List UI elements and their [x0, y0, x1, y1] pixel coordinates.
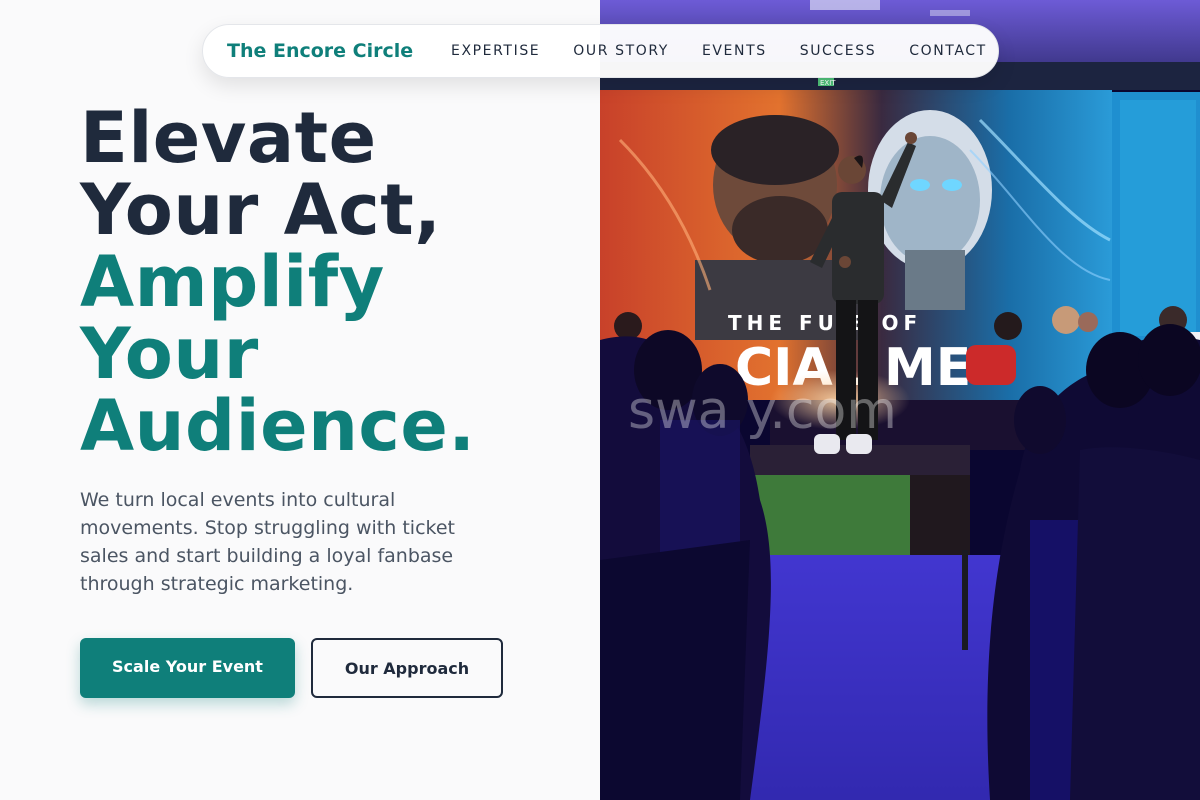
headline-line-3: Amplify: [80, 241, 385, 323]
brand-logo[interactable]: The Encore Circle: [227, 25, 413, 77]
hero-section: Elevate Your Act, Amplify Your Audience.…: [0, 0, 600, 800]
nav-link-success[interactable]: SUCCESS: [800, 43, 877, 59]
hero-headline: Elevate Your Act, Amplify Your Audience.: [80, 102, 475, 462]
nav-link-contact[interactable]: CONTACT: [909, 43, 987, 59]
headline-line-4: Your: [80, 313, 259, 395]
landing-page: Elevate Your Act, Amplify Your Audience.…: [0, 0, 1200, 800]
our-approach-button[interactable]: Our Approach: [311, 638, 503, 698]
headline-line-2: Your Act,: [80, 169, 442, 251]
exit-sign-text: EXIT: [820, 79, 836, 87]
nav-link-our-story[interactable]: OUR STORY: [573, 43, 669, 59]
headline-line-5: Audience.: [80, 385, 476, 467]
scale-your-event-button[interactable]: Scale Your Event: [80, 638, 295, 698]
nav-links: EXPERTISE OUR STORY EVENTS SUCCESS CONTA…: [451, 25, 987, 77]
watermark-text: swa y.com: [628, 381, 897, 441]
screen-text-top: THE FU E OF: [728, 311, 922, 335]
nav-link-expertise[interactable]: EXPERTISE: [451, 43, 540, 59]
headline-line-1: Elevate: [80, 97, 377, 179]
nav-link-events[interactable]: EVENTS: [702, 43, 767, 59]
hero-subtext: We turn local events into cultural movem…: [80, 489, 455, 595]
hero-photo: EXIT THE FU E OF CIAL ME swa y.com: [600, 0, 1200, 800]
top-navbar: The Encore Circle EXPERTISE OUR STORY EV…: [202, 24, 999, 78]
stage-photo-image: EXIT THE FU E OF CIAL ME swa y.com: [600, 0, 1200, 800]
